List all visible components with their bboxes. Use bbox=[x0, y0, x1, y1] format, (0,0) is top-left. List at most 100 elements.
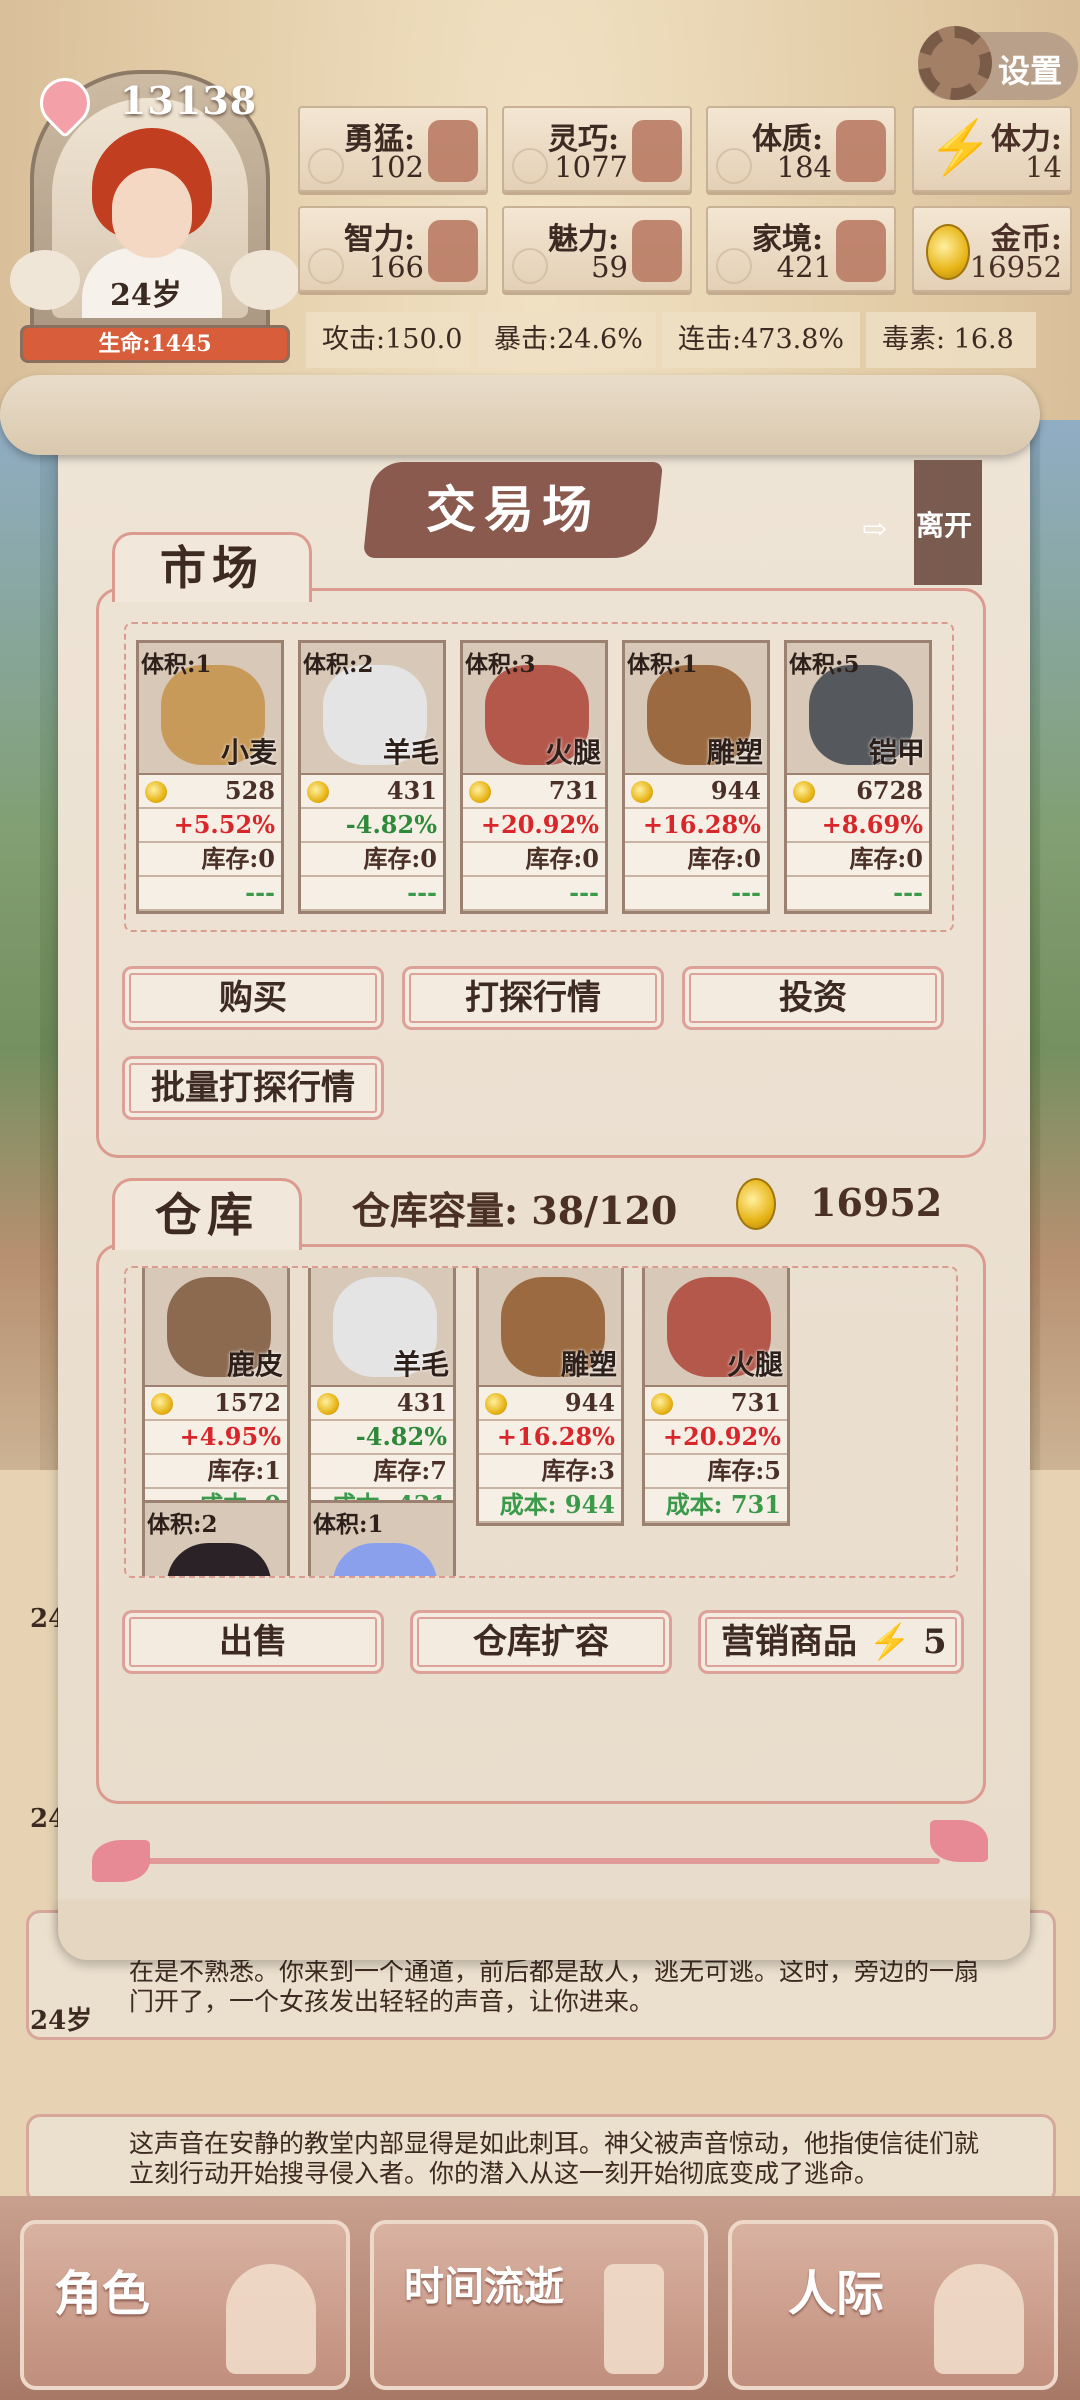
stamina[interactable]: ⚡ 体力: 14 bbox=[912, 106, 1072, 192]
stat-agility[interactable]: 灵巧: 1077 bbox=[502, 106, 692, 192]
item-price: 944 bbox=[625, 775, 767, 809]
item-card[interactable]: 体积:1 雕塑 944 +16.28% 库存:0 --- bbox=[622, 640, 770, 914]
ornament-icon bbox=[512, 248, 548, 284]
promote-label: 营销商品 bbox=[721, 1622, 857, 1662]
sell-button[interactable]: 出售 bbox=[122, 1610, 384, 1674]
item-card[interactable]: 体积:1 小麦 528 +5.52% 库存:0 --- bbox=[136, 640, 284, 914]
expand-warehouse-button[interactable]: 仓库扩容 bbox=[410, 1610, 672, 1674]
warehouse-items-frame: 鹿皮1572+4.95%库存:1成本: 0羊毛431-4.82%库存:7成本: … bbox=[124, 1266, 958, 1578]
item-change: -4.82% bbox=[311, 1421, 453, 1455]
batch-scout-button[interactable]: 批量打探行情 bbox=[122, 1056, 384, 1120]
ornament-icon bbox=[308, 148, 344, 184]
item-cost-value: --- bbox=[893, 878, 923, 907]
item-stock-value: 库存:1 bbox=[207, 1456, 281, 1485]
settings-button[interactable]: 设置 bbox=[918, 26, 1078, 100]
item-stock: 库存:7 bbox=[311, 1455, 453, 1489]
flower-icon bbox=[930, 1820, 988, 1862]
stat-intelligence[interactable]: 智力: 166 bbox=[298, 206, 488, 292]
gear-icon bbox=[918, 26, 992, 100]
item-card[interactable]: 火腿 731 +20.92% 库存:5 成本: 731 bbox=[642, 1268, 790, 1526]
ornament-icon bbox=[308, 248, 344, 284]
item-card[interactable]: 鹿皮1572+4.95%库存:1成本: 0 bbox=[142, 1268, 290, 1526]
nav-time-pass[interactable]: 时间流逝 bbox=[370, 2220, 708, 2390]
leave-button[interactable]: ⇨ 离开 bbox=[862, 460, 982, 585]
item-stock: 库存:5 bbox=[645, 1455, 787, 1489]
coin-icon bbox=[317, 1393, 339, 1415]
item-card[interactable]: 体积:2 羊毛 431 -4.82% 库存:0 --- bbox=[298, 640, 446, 914]
item-cost: --- bbox=[301, 877, 443, 911]
item-volume: 体积:2 bbox=[147, 1511, 218, 1538]
stat-courage[interactable]: 勇猛: 102 bbox=[298, 106, 488, 192]
stat-value: 102 bbox=[368, 150, 424, 184]
age-label: 24岁 bbox=[110, 278, 182, 313]
lotus-icon bbox=[632, 220, 682, 282]
ornament-icon bbox=[716, 148, 752, 184]
item-card[interactable]: 体积:2 bbox=[142, 1500, 290, 1576]
item-price-value: 431 bbox=[386, 776, 437, 805]
item-image: 体积:1 雕塑 bbox=[625, 643, 767, 775]
leave-label: 离开 bbox=[916, 509, 973, 542]
item-change-value: -4.82% bbox=[345, 810, 437, 839]
stat-charm[interactable]: 魅力: 59 bbox=[502, 206, 692, 292]
item-name: 火腿 bbox=[544, 736, 601, 769]
coin-icon bbox=[485, 1393, 507, 1415]
item-stock-value: 库存:0 bbox=[687, 844, 761, 873]
people-icon bbox=[934, 2264, 1024, 2374]
item-price: 431 bbox=[301, 775, 443, 809]
item-image: 雕塑 bbox=[479, 1268, 621, 1387]
item-change: -4.82% bbox=[301, 809, 443, 843]
item-name: 雕塑 bbox=[560, 1348, 617, 1381]
combat-attack: 攻击:150.0 bbox=[306, 312, 470, 368]
item-image: 体积:1 小麦 bbox=[139, 643, 281, 775]
item-card[interactable]: 雕塑 944 +16.28% 库存:3 成本: 944 bbox=[476, 1268, 624, 1526]
avatar-face bbox=[112, 168, 192, 258]
item-stock-value: 库存:0 bbox=[525, 844, 599, 873]
coin-icon bbox=[736, 1178, 776, 1230]
item-name: 鹿皮 bbox=[226, 1348, 283, 1381]
item-image: 体积:3 火腿 bbox=[463, 643, 605, 775]
item-stock: 库存:1 bbox=[145, 1455, 287, 1489]
item-card[interactable]: 体积:5 铠甲 6728 +8.69% 库存:0 --- bbox=[784, 640, 932, 914]
item-cost-value: --- bbox=[245, 878, 275, 907]
item-stock: 库存:0 bbox=[625, 843, 767, 877]
item-card[interactable]: 体积:1 bbox=[308, 1500, 456, 1576]
nav-character[interactable]: 角色 bbox=[20, 2220, 350, 2390]
coin-icon bbox=[151, 1393, 173, 1415]
buy-button[interactable]: 购买 bbox=[122, 966, 384, 1030]
item-price: 731 bbox=[645, 1387, 787, 1421]
item-cost-value: --- bbox=[731, 878, 761, 907]
warehouse-gold: 16952 bbox=[810, 1180, 943, 1225]
item-stock: 库存:0 bbox=[301, 843, 443, 877]
coin-icon bbox=[651, 1393, 673, 1415]
item-change-value: +5.52% bbox=[173, 810, 275, 839]
item-card[interactable]: 羊毛431-4.82%库存:7成本: 431 bbox=[308, 1268, 456, 1526]
item-volume: 体积:1 bbox=[141, 651, 212, 678]
right-wing-icon bbox=[230, 250, 300, 310]
item-stock-value: 库存:5 bbox=[707, 1456, 781, 1485]
stat-value: 184 bbox=[776, 150, 832, 184]
scroll-bottom-roll bbox=[58, 1900, 1030, 1960]
combat-crit: 暴击:24.6% bbox=[478, 312, 656, 368]
character-icon bbox=[226, 2264, 316, 2374]
promote-goods-button[interactable]: 营销商品 ⚡ 5 bbox=[698, 1610, 964, 1674]
stat-constitution[interactable]: 体质: 184 bbox=[706, 106, 896, 192]
flower-icon bbox=[92, 1840, 150, 1882]
item-image: 体积:2 bbox=[145, 1503, 287, 1576]
stat-family[interactable]: 家境: 421 bbox=[706, 206, 896, 292]
gold[interactable]: 金币: 16952 bbox=[912, 206, 1072, 292]
item-price: 731 bbox=[463, 775, 605, 809]
item-price: 528 bbox=[139, 775, 281, 809]
map-pin-icon bbox=[836, 220, 886, 282]
nav-relations[interactable]: 人际 bbox=[728, 2220, 1058, 2390]
item-change: +16.28% bbox=[625, 809, 767, 843]
item-price: 431 bbox=[311, 1387, 453, 1421]
fist-icon bbox=[428, 120, 478, 182]
item-price: 6728 bbox=[787, 775, 929, 809]
item-cost: --- bbox=[625, 877, 767, 911]
item-card[interactable]: 体积:3 火腿 731 +20.92% 库存:0 --- bbox=[460, 640, 608, 914]
item-price: 1572 bbox=[145, 1387, 287, 1421]
scout-market-button[interactable]: 打探行情 bbox=[402, 966, 664, 1030]
invest-button[interactable]: 投资 bbox=[682, 966, 944, 1030]
item-change: +5.52% bbox=[139, 809, 281, 843]
item-price-value: 731 bbox=[730, 1388, 781, 1417]
